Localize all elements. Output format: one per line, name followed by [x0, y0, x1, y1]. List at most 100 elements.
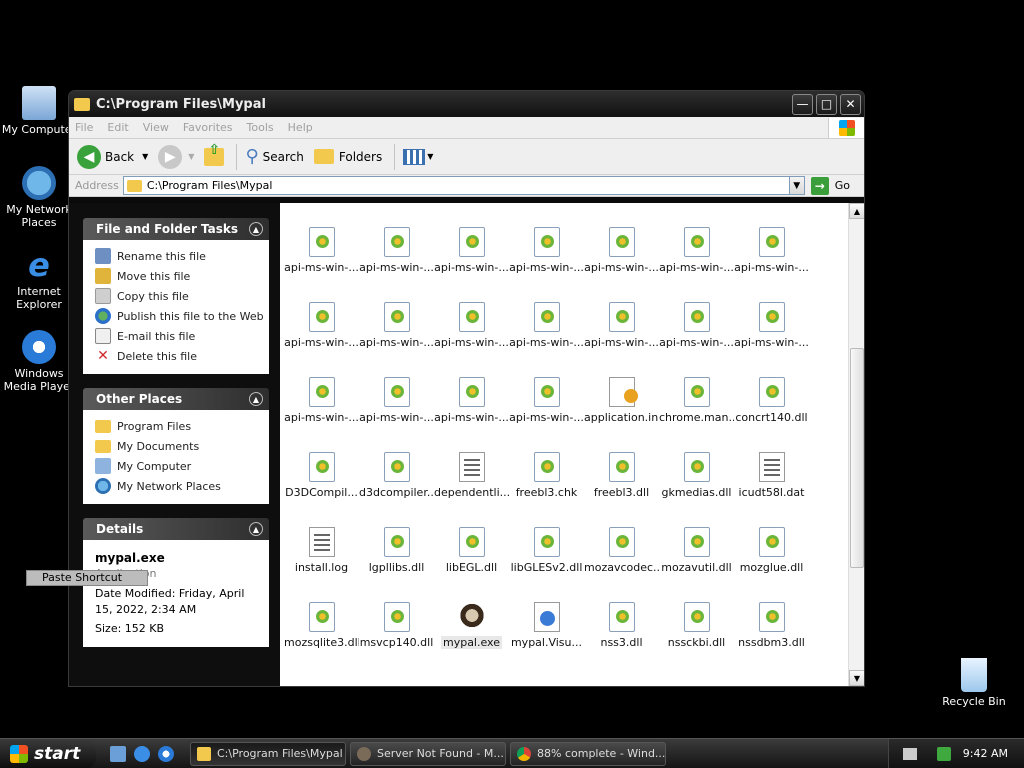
file-item[interactable]: d3dcompiler... — [359, 428, 434, 503]
file-item[interactable]: mypal.Visu... — [509, 578, 584, 653]
file-item[interactable]: mozsqlite3.dll — [284, 578, 359, 653]
media-player-icon[interactable] — [158, 745, 174, 762]
menu-help[interactable]: Help — [288, 121, 313, 134]
place-my-documents[interactable]: My Documents — [95, 436, 269, 456]
desktop-icon-my-network-places[interactable]: My Network Places — [0, 166, 78, 229]
desktop-icon-recycle-bin[interactable]: Recycle Bin — [935, 658, 1013, 708]
file-item[interactable]: mypal.exe — [434, 578, 509, 653]
file-item[interactable]: msvcp140.dll — [359, 578, 434, 653]
back-button[interactable]: ◀ Back ▼ — [77, 144, 148, 169]
file-item[interactable]: api-ms-win-... — [434, 203, 509, 278]
file-item[interactable]: api-ms-win-... — [509, 278, 584, 353]
address-dropdown-button[interactable]: ▼ — [788, 176, 805, 195]
place-my-computer[interactable]: My Computer — [95, 456, 269, 476]
file-item[interactable]: api-ms-win-... — [734, 278, 809, 353]
place-program-files[interactable]: Program Files — [95, 416, 269, 436]
file-item[interactable]: mozavutil.dll — [659, 503, 734, 578]
up-folder-button[interactable]: ⇧ — [204, 142, 225, 166]
file-item[interactable]: mozglue.dll — [734, 503, 809, 578]
scroll-thumb[interactable] — [850, 348, 864, 568]
chevron-down-icon[interactable]: ▼ — [142, 152, 148, 161]
clock[interactable]: 9:42 AM — [963, 747, 1008, 760]
file-item[interactable]: icudt58l.dat — [734, 428, 809, 503]
search-button[interactable]: ⚲ Search — [245, 146, 303, 167]
file-item[interactable]: D3DCompil... — [284, 428, 359, 503]
file-item[interactable]: freebl3.dll — [584, 428, 659, 503]
minimize-button[interactable]: — — [792, 93, 813, 115]
taskbar-button-browser[interactable]: Server Not Found - M... — [350, 741, 506, 766]
chevron-down-icon[interactable]: ▼ — [188, 152, 194, 161]
file-item[interactable]: api-ms-win-... — [359, 353, 434, 428]
maximize-button[interactable]: □ — [816, 93, 837, 115]
task-email[interactable]: E-mail this file — [95, 326, 269, 346]
collapse-chevron-icon[interactable]: ▲ — [249, 222, 263, 236]
keyboard-icon[interactable] — [902, 747, 917, 760]
network-status-icon[interactable] — [936, 746, 951, 761]
file-item[interactable]: api-ms-win-... — [434, 278, 509, 353]
file-item[interactable]: chrome.man... — [659, 353, 734, 428]
file-item[interactable]: install.log — [284, 503, 359, 578]
file-item[interactable]: gkmedias.dll — [659, 428, 734, 503]
vertical-scrollbar[interactable]: ▲ ▼ — [848, 203, 864, 686]
collapse-chevron-icon[interactable]: ▲ — [249, 392, 263, 406]
panel-header[interactable]: File and Folder Tasks ▲ — [83, 218, 269, 240]
panel-header[interactable]: Details ▲ — [83, 518, 269, 540]
file-item[interactable]: lgpllibs.dll — [359, 503, 434, 578]
folders-button[interactable]: Folders — [313, 149, 382, 164]
menu-file[interactable]: File — [75, 121, 93, 134]
file-item[interactable]: concrt140.dll — [734, 353, 809, 428]
file-item[interactable]: api-ms-win-... — [509, 203, 584, 278]
forward-button[interactable]: ▶ ▼ — [158, 144, 194, 169]
file-item[interactable]: api-ms-win-... — [659, 203, 734, 278]
scroll-up-button[interactable]: ▲ — [849, 203, 864, 219]
menu-view[interactable]: View — [143, 121, 169, 134]
menu-edit[interactable]: Edit — [107, 121, 128, 134]
desktop-icon-windows-media-player[interactable]: Windows Media Player — [0, 330, 78, 393]
menu-favorites[interactable]: Favorites — [183, 121, 233, 134]
file-item[interactable]: api-ms-win-... — [284, 353, 359, 428]
file-item[interactable]: api-ms-win-... — [584, 278, 659, 353]
file-item[interactable]: libEGL.dll — [434, 503, 509, 578]
file-item[interactable]: api-ms-win-... — [359, 203, 434, 278]
file-item[interactable]: api-ms-win-... — [359, 278, 434, 353]
task-move[interactable]: Move this file — [95, 266, 269, 286]
file-list-view[interactable]: api-ms-win-... api-ms-win-... api-ms-win-.… — [280, 203, 864, 686]
taskbar-button-download[interactable]: 88% complete - Wind... — [510, 741, 666, 766]
file-item[interactable]: nssdbm3.dll — [734, 578, 809, 653]
scroll-down-button[interactable]: ▼ — [849, 670, 864, 686]
taskbar-button-explorer[interactable]: C:\Program Files\Mypal — [190, 741, 346, 766]
desktop-icon-my-computer[interactable]: My Computer — [0, 86, 78, 136]
place-my-network-places[interactable]: My Network Places — [95, 476, 269, 496]
collapse-chevron-icon[interactable]: ▲ — [249, 522, 263, 536]
file-item[interactable]: nssckbi.dll — [659, 578, 734, 653]
title-bar[interactable]: C:\Program Files\Mypal — □ ✕ — [69, 91, 864, 117]
file-item[interactable]: mozavcodec... — [584, 503, 659, 578]
file-item[interactable]: api-ms-win-... — [434, 353, 509, 428]
internet-explorer-icon[interactable] — [134, 745, 150, 762]
file-item[interactable]: nss3.dll — [584, 578, 659, 653]
file-item[interactable]: api-ms-win-... — [284, 278, 359, 353]
start-button[interactable]: start — [0, 738, 96, 768]
file-label: api-ms-win-... — [359, 336, 434, 349]
panel-header[interactable]: Other Places ▲ — [83, 388, 269, 410]
file-item[interactable]: api-ms-win-... — [584, 203, 659, 278]
file-item[interactable]: api-ms-win-... — [284, 203, 359, 278]
file-item[interactable]: freebl3.chk — [509, 428, 584, 503]
go-button[interactable]: → Go — [810, 176, 850, 195]
show-desktop-icon[interactable] — [110, 745, 126, 762]
task-copy[interactable]: Copy this file — [95, 286, 269, 306]
desktop-icon-internet-explorer[interactable]: e Internet Explorer — [0, 248, 78, 311]
menu-tools[interactable]: Tools — [247, 121, 274, 134]
task-publish[interactable]: Publish this file to the Web — [95, 306, 269, 326]
file-item[interactable]: application.ini — [584, 353, 659, 428]
close-button[interactable]: ✕ — [840, 93, 861, 115]
file-item[interactable]: libGLESv2.dll — [509, 503, 584, 578]
file-item[interactable]: api-ms-win-... — [734, 203, 809, 278]
file-item[interactable]: dependentli... — [434, 428, 509, 503]
views-button[interactable]: ▼ — [403, 148, 433, 165]
task-rename[interactable]: Rename this file — [95, 246, 269, 266]
file-item[interactable]: api-ms-win-... — [659, 278, 734, 353]
address-input[interactable]: C:\Program Files\Mypal — [122, 176, 790, 195]
task-delete[interactable]: ✕ Delete this file — [95, 346, 269, 366]
file-item[interactable]: api-ms-win-... — [509, 353, 584, 428]
